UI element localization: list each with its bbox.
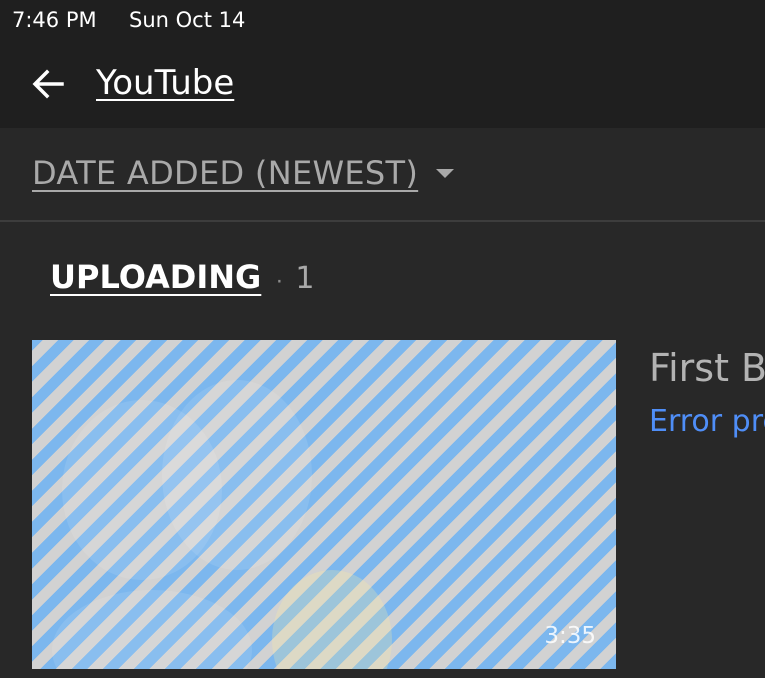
video-duration: 3:35: [544, 623, 596, 649]
sort-bar: DATE ADDED (NEWEST): [0, 128, 765, 222]
section-title-link[interactable]: UPLOADING: [50, 258, 261, 296]
app-header: YouTube: [0, 40, 765, 128]
section-separator: ·: [275, 267, 284, 294]
back-button[interactable]: [28, 64, 68, 104]
arrow-left-icon: [32, 69, 64, 99]
thumbnail-shape: [52, 590, 252, 669]
video-title[interactable]: First B: [649, 346, 765, 390]
uploading-section-header: UPLOADING · 1: [50, 258, 314, 296]
status-time: 7:46 PM: [12, 8, 97, 32]
video-thumbnail[interactable]: 3:35: [32, 340, 616, 669]
sort-label: DATE ADDED (NEWEST): [32, 154, 419, 192]
header-title-link[interactable]: YouTube: [96, 63, 234, 103]
section-count: 1: [295, 261, 315, 296]
video-status-error: Error pre: [649, 404, 765, 439]
caret-down-icon: [436, 168, 455, 178]
status-bar: 7:46 PM Sun Oct 14: [0, 0, 765, 40]
video-list-item[interactable]: 3:35 First B Error pre: [32, 340, 765, 670]
status-date: Sun Oct 14: [129, 8, 246, 32]
thumbnail-shape: [272, 570, 392, 669]
sort-dropdown[interactable]: DATE ADDED (NEWEST): [32, 154, 455, 192]
thumbnail-shape: [162, 380, 312, 570]
